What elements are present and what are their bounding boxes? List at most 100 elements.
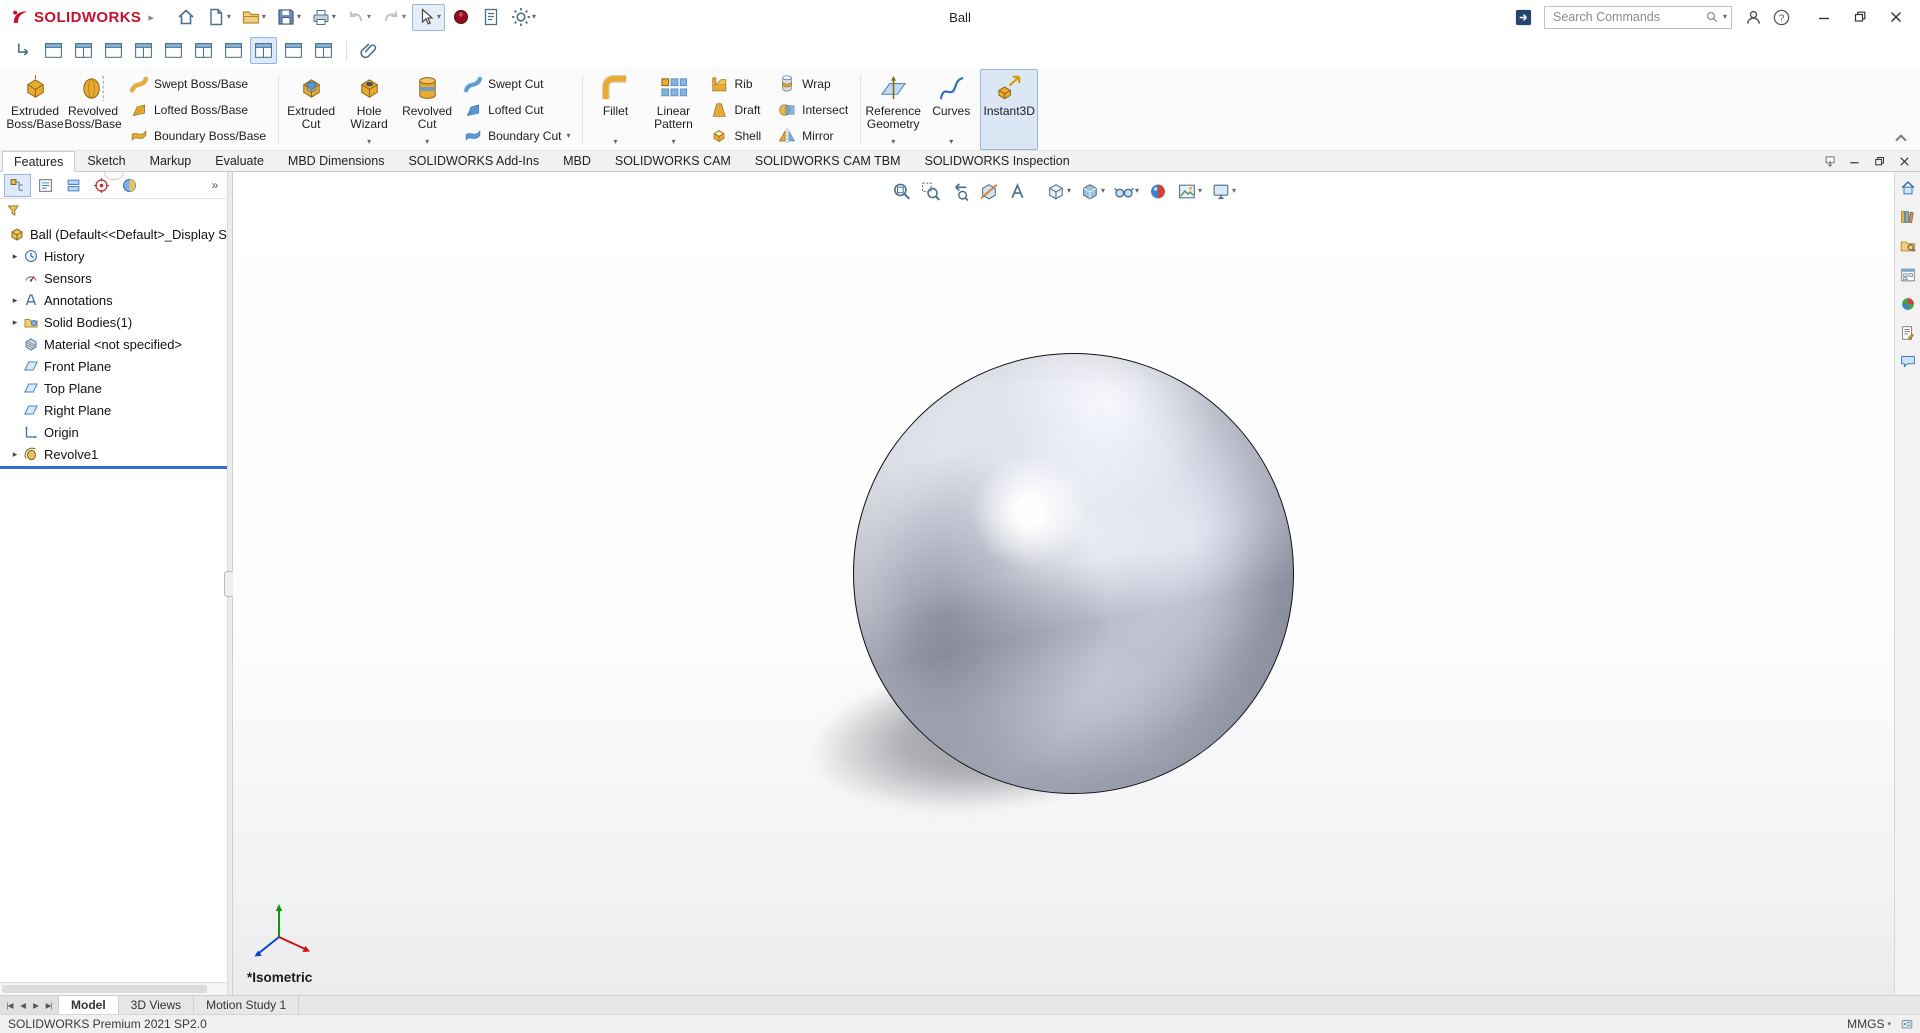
dropdown-caret-icon[interactable]: ▾ [367,138,371,148]
lofted-cut-button[interactable]: Lofted Cut [460,98,575,122]
dropdown-caret-icon[interactable]: ▾ [1135,187,1139,195]
rollback-bar[interactable] [0,466,227,469]
tab-solidworks-add-ins[interactable]: SOLIDWORKS Add-Ins [396,151,551,171]
viewport-pane-9-button[interactable] [280,37,307,64]
save-button[interactable]: ▾ [272,4,305,31]
viewport-pane-5-button[interactable] [160,37,187,64]
dropdown-caret-icon[interactable]: ▾ [262,13,266,21]
mirror-button[interactable]: Mirror [774,124,853,148]
tree-item-revolve1[interactable]: ▸ Revolve1 [0,443,227,465]
tree-root[interactable]: Ball (Default<<Default>_Display State [0,223,227,245]
doc-tab-3d-views[interactable]: 3D Views [119,996,195,1014]
tab-mbd-dimensions[interactable]: MBD Dimensions [276,151,397,171]
tree-item-annotations[interactable]: ▸ Annotations [0,289,227,311]
search-caret-icon[interactable]: ▾ [1723,13,1727,21]
fillet-button[interactable]: Fillet ▾ [586,69,644,150]
extruded-boss-base-button[interactable]: Extruded Boss/Base [6,69,64,150]
expand-caret-icon[interactable]: ▸ [8,449,22,460]
tab-scroll-3[interactable]: ▶| [42,1001,55,1010]
window-restore-button[interactable] [1842,2,1878,32]
curves-button[interactable]: Curves ▾ [922,69,980,150]
revolved-cut-button[interactable]: Revolved Cut ▾ [398,69,456,150]
dropdown-caret-icon[interactable]: ▾ [367,13,371,21]
viewport-pane-8-button[interactable] [250,37,277,64]
appearances-scenes-button[interactable] [1897,293,1919,315]
dropdown-caret-icon[interactable]: ▾ [532,13,536,21]
graphics-area[interactable]: ▾ ▾ ▾ ▾ ▾ *Isometric [233,172,1894,995]
viewport-pane-2-button[interactable] [70,37,97,64]
design-library-button[interactable] [1897,206,1919,228]
search-input[interactable] [1553,10,1702,24]
tab-solidworks-inspection[interactable]: SOLIDWORKS Inspection [912,151,1081,171]
tab-overflow-button[interactable]: » [205,178,225,192]
document-minimize-button[interactable] [1843,152,1865,170]
new-document-button[interactable]: ▾ [202,4,235,31]
viewport-pane-1-button[interactable] [40,37,67,64]
tree-item-origin[interactable]: Origin [0,421,227,443]
display-style-button[interactable]: ▾ [1076,179,1108,203]
dropdown-caret-icon[interactable]: ▾ [1198,187,1202,195]
tree-item-solid-bodies-1[interactable]: ▸ Solid Bodies(1) [0,311,227,333]
window-close-button[interactable] [1878,2,1914,32]
scrollbar-thumb[interactable] [2,985,207,993]
dropdown-caret-icon[interactable]: ▾ [332,13,336,21]
boundary-cut-button[interactable]: Boundary Cut ▾ [460,124,575,148]
dropdown-caret-icon[interactable]: ▾ [671,138,675,148]
file-explorer-button[interactable] [1897,235,1919,257]
view-settings-button[interactable]: ▾ [1207,179,1239,203]
tab-markup[interactable]: Markup [138,151,204,171]
reorient-sketch-button[interactable] [10,37,37,64]
viewport-pane-4-button[interactable] [130,37,157,64]
linear-pattern-button[interactable]: Linear Pattern ▾ [644,69,702,150]
viewport-pane-10-button[interactable] [310,37,337,64]
ribbon-collapse-button[interactable] [1894,132,1908,146]
extruded-cut-button[interactable]: Extruded Cut [282,69,340,150]
boundary-boss-base-button[interactable]: Boundary Boss/Base [126,124,271,148]
status-corner-icon[interactable] [1900,1017,1914,1031]
tab-features[interactable]: Features [2,151,76,172]
apply-scene-button[interactable]: ▾ [1173,179,1205,203]
options-button[interactable]: ▾ [507,4,540,31]
tab-scroll-0[interactable]: |◀ [3,1001,16,1010]
tab-scroll-1[interactable]: ◀ [16,1001,29,1010]
tab-scroll-2[interactable]: ▶ [29,1001,42,1010]
swept-boss-base-button[interactable]: Swept Boss/Base [126,72,271,96]
section-view-button[interactable] [975,179,1002,203]
dropdown-caret-icon[interactable]: ▾ [566,131,570,140]
revolved-boss-base-button[interactable]: Revolved Boss/Base [64,69,122,150]
dropdown-caret-icon[interactable]: ▾ [1067,187,1071,195]
shell-button[interactable]: Shell [706,124,766,148]
expand-caret-icon[interactable]: ▸ [8,317,22,328]
viewport-pane-7-button[interactable] [220,37,247,64]
print-button[interactable]: ▾ [307,4,340,31]
dropdown-caret-icon[interactable]: ▾ [227,13,231,21]
draft-button[interactable]: Draft [706,98,766,122]
hole-wizard-button[interactable]: Hole Wizard ▾ [340,69,398,150]
dropdown-caret-icon[interactable]: ▾ [949,138,953,148]
search-scope-button[interactable] [1509,3,1537,31]
search-icon[interactable] [1705,10,1720,25]
zoom-to-fit-button[interactable] [888,179,915,203]
edit-appearance-button[interactable] [1144,179,1171,203]
ball-model[interactable] [853,353,1294,794]
configurationmanager-tab[interactable] [60,174,87,197]
doc-tab-motion-study-1[interactable]: Motion Study 1 [194,996,300,1014]
file-properties-button[interactable] [477,4,505,31]
view-palette-button[interactable] [1897,264,1919,286]
search-commands-box[interactable]: ▾ [1544,5,1732,29]
home-button[interactable] [172,4,200,31]
menu-expand-arrow[interactable]: ▸ [148,11,154,24]
help-button[interactable]: ? [1767,3,1795,31]
featuremanager-tab[interactable] [4,173,31,197]
dropdown-caret-icon[interactable]: ▾ [402,13,406,21]
instant3d-button[interactable]: Instant3D [980,69,1039,150]
open-button[interactable]: ▾ [237,4,270,31]
tab-solidworks-cam[interactable]: SOLIDWORKS CAM [603,151,743,171]
panel-horizontal-scrollbar[interactable] [0,982,227,995]
doc-tab-model[interactable]: Model [59,996,119,1014]
forum-button[interactable] [1897,351,1919,373]
tab-evaluate[interactable]: Evaluate [203,151,276,171]
propertymanager-tab[interactable] [32,174,59,197]
document-undock-button[interactable] [1818,152,1840,170]
wrap-button[interactable]: Wrap [774,72,853,96]
